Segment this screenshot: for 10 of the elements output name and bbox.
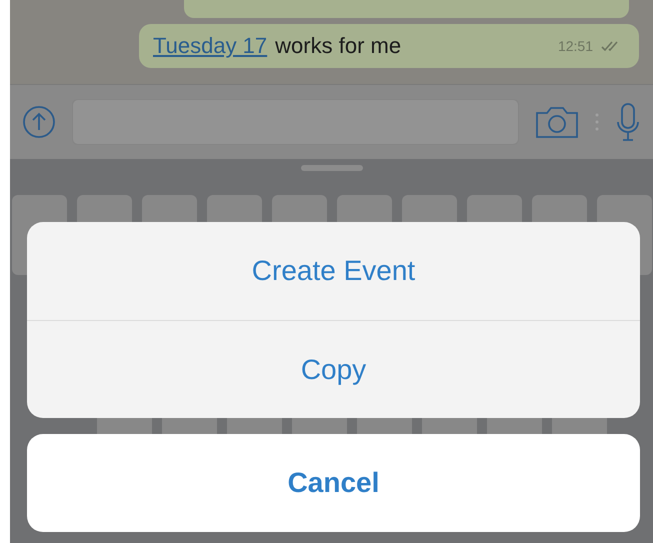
action-button[interactable]: Copy: [27, 320, 640, 418]
upload-icon[interactable]: [22, 105, 56, 139]
camera-icon[interactable]: [535, 105, 579, 139]
message-time: 12:51: [558, 38, 593, 54]
drag-handle[interactable]: [300, 165, 362, 171]
action-button[interactable]: Create Event: [27, 222, 640, 320]
message-text: works for me: [275, 33, 402, 59]
date-link[interactable]: Tuesday 17: [153, 33, 268, 59]
cancel-button[interactable]: Cancel: [27, 434, 640, 532]
microphone-icon[interactable]: [615, 102, 641, 142]
